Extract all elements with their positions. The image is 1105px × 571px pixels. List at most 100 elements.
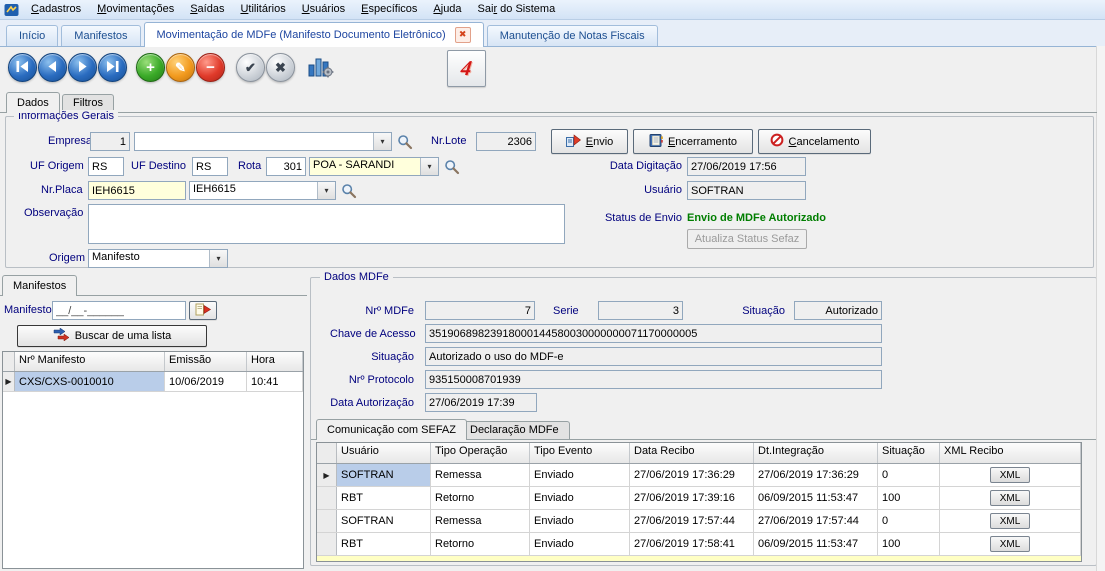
prior-record-button[interactable] — [38, 53, 67, 82]
cell-tipo-evento[interactable]: Enviado — [530, 487, 630, 509]
menu-sair-do-sistema[interactable]: Sair do Sistema — [470, 0, 564, 19]
chevron-down-icon[interactable]: ▾ — [420, 158, 438, 175]
cell-emissao[interactable]: 10/06/2019 — [165, 372, 247, 391]
xml-recibo-button[interactable]: XML — [990, 467, 1030, 483]
sefaz-row[interactable]: ▶ SOFTRAN Remessa Enviado 27/06/2019 17:… — [317, 464, 1081, 487]
cell-tipo-operacao[interactable]: Remessa — [431, 464, 530, 486]
tab-comunicacao-sefaz[interactable]: Comunicação com SEFAZ — [316, 419, 467, 440]
empresa-combo[interactable]: ▾ — [134, 132, 392, 151]
menu-cadastros[interactable]: Cadastros — [23, 0, 89, 19]
cell-tipo-operacao[interactable]: Remessa — [431, 510, 530, 532]
cancel-button[interactable]: ✖ — [266, 53, 295, 82]
envio-button[interactable]: Envio — [551, 129, 628, 154]
cell-usuario[interactable]: RBT — [337, 487, 431, 509]
search-placa-icon[interactable] — [341, 183, 357, 199]
menu-saidas[interactable]: Saídas — [182, 0, 232, 19]
manifesto-mask-input[interactable] — [52, 301, 186, 320]
chave-acesso-field[interactable] — [425, 324, 882, 343]
origem-combo[interactable]: Manifesto ▾ — [88, 249, 228, 268]
menu-utilitarios[interactable]: Utilitários — [232, 0, 293, 19]
cell-usuario[interactable]: RBT — [337, 533, 431, 555]
tab-inicio[interactable]: Início — [6, 25, 58, 46]
tab-declaracao-mdfe[interactable]: Declaração MDFe — [459, 421, 570, 439]
tab-dados[interactable]: Dados — [6, 92, 60, 113]
sefaz-row[interactable]: RBT Retorno Enviado 27/06/2019 17:58:41 … — [317, 533, 1081, 556]
chevron-down-icon[interactable]: ▾ — [373, 133, 391, 150]
cell-tipo-operacao[interactable]: Retorno — [431, 487, 530, 509]
manifesto-send-button[interactable] — [189, 301, 217, 320]
rota-code-field[interactable] — [266, 157, 306, 176]
last-record-button[interactable] — [98, 53, 127, 82]
menu-usuarios[interactable]: Usuários — [294, 0, 353, 19]
exit-system-button[interactable]: 4 — [447, 50, 486, 87]
cell-usuario[interactable]: SOFTRAN — [337, 510, 431, 532]
cell-hora[interactable]: 10:41 — [247, 372, 303, 391]
sefaz-grid[interactable]: Usuário Tipo Operação Tipo Evento Data R… — [316, 442, 1082, 562]
cell-usuario[interactable]: SOFTRAN — [337, 464, 431, 486]
delete-button[interactable]: − — [196, 53, 225, 82]
vertical-scrollbar[interactable] — [1096, 46, 1105, 571]
search-rota-icon[interactable] — [444, 159, 460, 175]
next-record-button[interactable] — [68, 53, 97, 82]
xml-recibo-button[interactable]: XML — [990, 490, 1030, 506]
nr-mdfe-field[interactable] — [425, 301, 535, 320]
data-autorizacao-field[interactable] — [425, 393, 537, 412]
cell-data-recibo[interactable]: 27/06/2019 17:58:41 — [630, 533, 754, 555]
rota-combo[interactable]: POA - SARANDI ▾ — [309, 157, 439, 176]
cell-data-recibo[interactable]: 27/06/2019 17:36:29 — [630, 464, 754, 486]
cell-tipo-evento[interactable]: Enviado — [530, 510, 630, 532]
situacao-field[interactable] — [794, 301, 882, 320]
cell-data-recibo[interactable]: 27/06/2019 17:57:44 — [630, 510, 754, 532]
cell-situacao[interactable]: 100 — [878, 487, 940, 509]
uf-destino-field[interactable] — [192, 157, 228, 176]
chevron-down-icon[interactable]: ▾ — [209, 250, 227, 267]
manifestos-grid[interactable]: Nrº Manifesto Emissão Hora ▶ CXS/CXS-001… — [2, 351, 304, 569]
cell-dt-integracao[interactable]: 06/09/2015 11:53:47 — [754, 533, 878, 555]
tab-manifestos[interactable]: Manifestos — [61, 25, 140, 46]
cell-tipo-evento[interactable]: Enviado — [530, 533, 630, 555]
uf-origem-field[interactable] — [88, 157, 124, 176]
cell-tipo-operacao[interactable]: Retorno — [431, 533, 530, 555]
insert-button[interactable]: + — [136, 53, 165, 82]
cancelamento-button[interactable]: Cancelamento — [758, 129, 871, 154]
menu-ajuda[interactable]: Ajuda — [425, 0, 469, 19]
buscar-lista-button[interactable]: Buscar de uma lista — [17, 325, 207, 347]
observacao-field[interactable] — [88, 204, 565, 244]
tab-manifestos-panel[interactable]: Manifestos — [2, 275, 77, 296]
manifesto-row[interactable]: ▶ CXS/CXS-0010010 10/06/2019 10:41 — [3, 372, 303, 392]
chevron-down-icon[interactable]: ▾ — [317, 182, 335, 199]
cell-situacao[interactable]: 0 — [878, 510, 940, 532]
usuario-field[interactable] — [687, 181, 806, 200]
nrlote-field[interactable] — [476, 132, 536, 151]
cell-dt-integracao[interactable]: 06/09/2015 11:53:47 — [754, 487, 878, 509]
edit-button[interactable]: ✎ — [166, 53, 195, 82]
search-empresa-icon[interactable] — [397, 134, 413, 150]
first-record-button[interactable] — [8, 53, 37, 82]
data-digitacao-field[interactable] — [687, 157, 806, 176]
cell-situacao[interactable]: 0 — [878, 464, 940, 486]
cell-dt-integracao[interactable]: 27/06/2019 17:36:29 — [754, 464, 878, 486]
cell-nr-manifesto[interactable]: CXS/CXS-0010010 — [15, 372, 165, 391]
chart-report-button[interactable] — [306, 52, 335, 81]
cell-situacao[interactable]: 100 — [878, 533, 940, 555]
encerramento-button[interactable]: Encerramento — [633, 129, 753, 154]
situacao-desc-field[interactable] — [425, 347, 882, 366]
protocolo-field[interactable] — [425, 370, 882, 389]
cell-dt-integracao[interactable]: 27/06/2019 17:57:44 — [754, 510, 878, 532]
cell-data-recibo[interactable]: 27/06/2019 17:39:16 — [630, 487, 754, 509]
menu-especificos[interactable]: Específicos — [353, 0, 425, 19]
cell-tipo-evento[interactable]: Enviado — [530, 464, 630, 486]
close-tab-icon[interactable]: ✖ — [455, 27, 471, 43]
tab-manutencao-notas-fiscais[interactable]: Manutenção de Notas Fiscais — [487, 25, 658, 46]
xml-recibo-button[interactable]: XML — [990, 513, 1030, 529]
menu-movimentacoes[interactable]: Movimentações — [89, 0, 182, 19]
sefaz-row[interactable]: SOFTRAN Remessa Enviado 27/06/2019 17:57… — [317, 510, 1081, 533]
nrplaca-field[interactable] — [88, 181, 186, 200]
confirm-button[interactable]: ✔ — [236, 53, 265, 82]
nrplaca-combo[interactable]: IEH6615 ▾ — [189, 181, 336, 200]
xml-recibo-button[interactable]: XML — [990, 536, 1030, 552]
sefaz-row[interactable]: RBT Retorno Enviado 27/06/2019 17:39:16 … — [317, 487, 1081, 510]
serie-field[interactable] — [598, 301, 683, 320]
empresa-code-field[interactable] — [90, 132, 130, 151]
tab-movimentacao-mdfe[interactable]: Movimentação de MDFe (Manifesto Document… — [144, 22, 484, 47]
